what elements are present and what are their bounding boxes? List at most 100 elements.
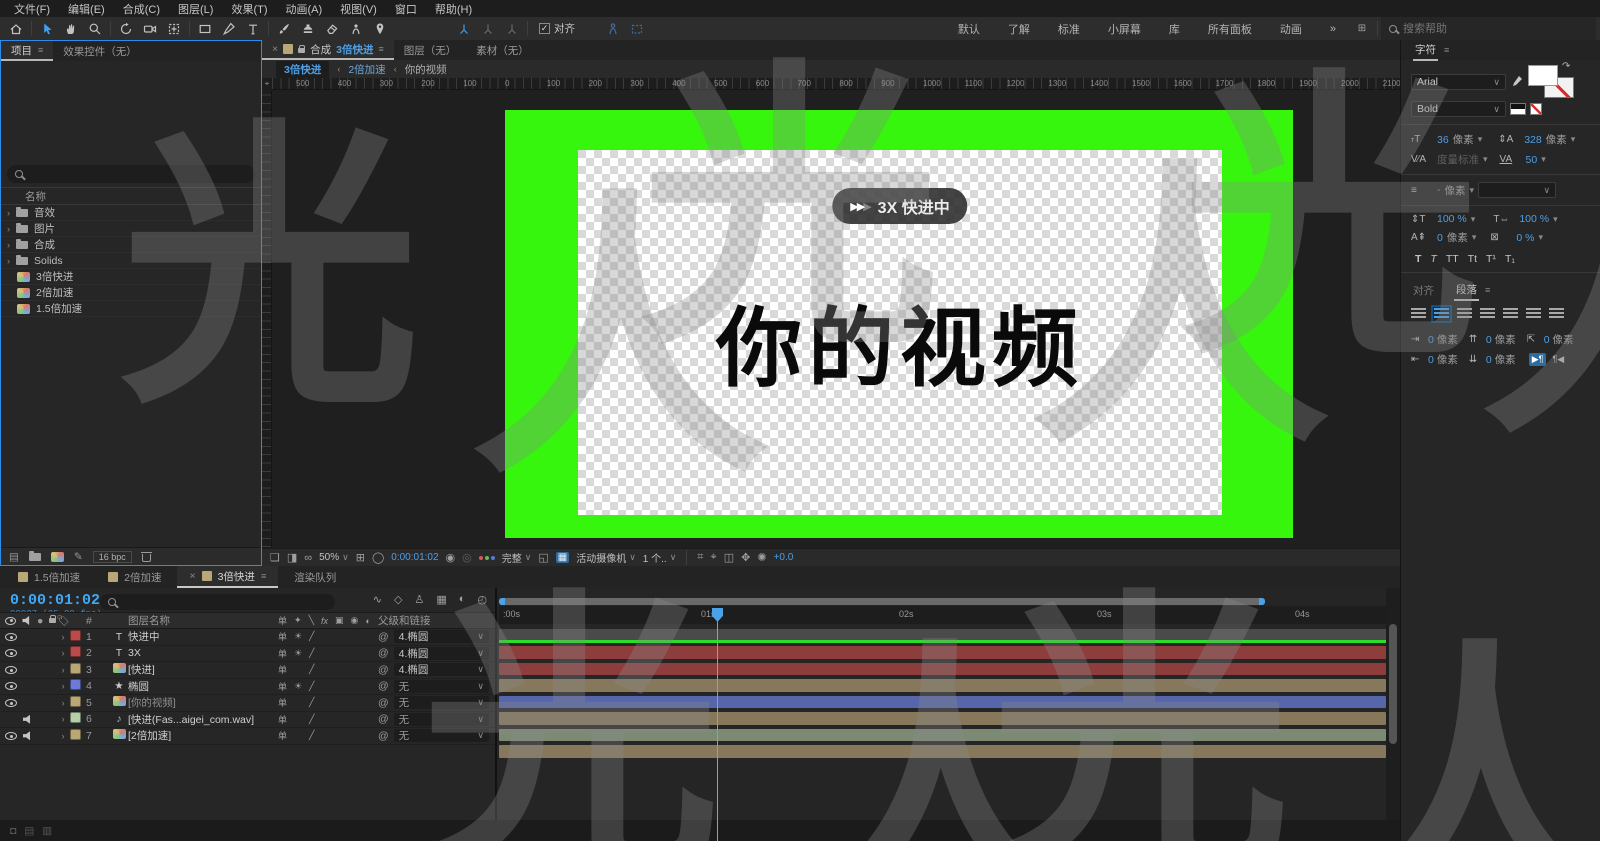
label-column-icon[interactable]: 🏷 (56, 614, 70, 627)
eye-icon[interactable] (5, 682, 17, 691)
world-axis-mode-icon[interactable] (476, 18, 500, 39)
layer-duration-bar[interactable] (499, 712, 1386, 725)
resolution-dropdown[interactable]: 完整 ∨ (502, 550, 532, 565)
zoom-dropdown[interactable]: 50% ∨ (319, 552, 349, 563)
viewer-timecode[interactable]: 0:00:01:02 (391, 552, 438, 563)
chevron-down-icon[interactable]: ▾ (1483, 154, 1488, 165)
pick-whip-icon[interactable]: @ (378, 631, 389, 643)
table-row[interactable]: › 7 [2倍加速] 单 ╱ @ 无 ∨ (0, 728, 495, 745)
graph-editor-icon[interactable]: ◴ (477, 593, 487, 606)
draft-3d-icon[interactable]: ◇ (394, 593, 402, 606)
layer-duration-bar[interactable] (499, 695, 1386, 708)
workspace-tab-standard[interactable]: 标准 (1044, 21, 1094, 37)
quality-switch-icon[interactable]: ╱ (309, 648, 314, 659)
layer-name[interactable]: [你的视频] (128, 695, 278, 710)
type-tool-icon[interactable] (241, 18, 265, 39)
space-before-value[interactable]: 0 (1486, 334, 1492, 346)
new-folder-icon[interactable] (28, 550, 41, 561)
leading-value[interactable]: 328 (1524, 134, 1542, 146)
justify-last-left-button[interactable] (1480, 308, 1495, 320)
tab-comp-3x[interactable]: × 3倍快进 ≡ (177, 566, 279, 588)
green-screen-solid[interactable]: ▶▶▶ 3X 快进中 你的视频 (505, 110, 1293, 538)
indent-left-value[interactable]: 0 (1428, 334, 1434, 346)
shy-switch-icon[interactable]: 单 (278, 696, 287, 709)
view-layout-icon[interactable]: ❏ (270, 551, 280, 564)
eye-icon[interactable] (5, 649, 17, 658)
close-icon[interactable]: × (189, 570, 195, 582)
menu-view[interactable]: 视图(V) (332, 0, 385, 18)
local-axis-mode-icon[interactable] (452, 18, 476, 39)
snap-align-toggle[interactable]: ✓ 对齐 (539, 21, 575, 36)
trash-icon[interactable] (140, 551, 152, 562)
timeline-scrollbar[interactable] (1386, 588, 1400, 820)
3d-glasses-icon[interactable]: ∞ (304, 552, 312, 564)
label-swatch[interactable] (70, 712, 81, 724)
workspace-overflow-chevrons-icon[interactable]: » (1316, 23, 1350, 35)
tab-character[interactable]: 字符 (1413, 40, 1438, 61)
zoom-tool-icon[interactable] (83, 18, 107, 39)
align-right-button[interactable] (1457, 308, 1472, 320)
shy-switch-icon[interactable]: 单 (278, 647, 287, 660)
kerning-value[interactable]: 度量标准 (1437, 152, 1479, 167)
menu-animation[interactable]: 动画(A) (278, 0, 331, 18)
pick-whip-icon[interactable]: @ (378, 680, 389, 692)
timecode-value[interactable]: 0:00:01:02 (10, 592, 102, 609)
workspace-tab-learn[interactable]: 了解 (994, 21, 1044, 37)
layer-name[interactable]: [快进] (128, 662, 278, 677)
new-composition-icon[interactable] (50, 551, 64, 562)
eye-icon[interactable] (5, 698, 17, 707)
tab-composition[interactable]: × 合成 3倍快进 ≡ (262, 40, 394, 60)
workspace-tab-all-panels[interactable]: 所有面板 (1194, 21, 1266, 37)
breadcrumb-current[interactable]: 3倍快进 (276, 60, 330, 78)
panel-menu-icon[interactable]: ≡ (378, 44, 383, 54)
no-color-icon[interactable] (1530, 103, 1542, 115)
breadcrumb-root[interactable]: 你的视频 (405, 62, 447, 77)
parent-dropdown[interactable]: 无 ∨ (393, 696, 489, 710)
expand-chevron-icon[interactable]: › (7, 240, 10, 250)
parent-dropdown[interactable]: 4.椭圆 ∨ (393, 646, 489, 660)
quality-switch-icon[interactable]: ╱ (309, 714, 314, 725)
color-depth-button[interactable]: 16 bpc (92, 550, 132, 563)
justify-last-right-button[interactable] (1526, 308, 1541, 320)
snapshot-icon[interactable]: ◉ (446, 551, 456, 564)
quality-switch-icon[interactable]: ╱ (309, 681, 314, 692)
list-item[interactable]: › Solids (1, 253, 261, 269)
pixel-aspect-icon[interactable]: ⌖ (711, 551, 717, 564)
exposure-value[interactable]: +0.0 (774, 552, 794, 563)
layer-name-column-label[interactable]: 图层名称 (128, 613, 278, 628)
quality-switch-icon[interactable]: ╱ (309, 631, 314, 642)
tab-project[interactable]: 项目 ≡ (1, 41, 54, 61)
layer-name[interactable]: [2倍加速] (128, 728, 278, 743)
ruler-origin-icon[interactable]: ⌖ (262, 78, 272, 90)
brush-tool-icon[interactable] (272, 18, 296, 39)
list-item[interactable]: 1.5倍加速 (1, 301, 261, 317)
breadcrumb-parent[interactable]: 2倍加速 (348, 62, 385, 77)
views-dropdown[interactable]: 1 个.. ∨ (643, 550, 677, 565)
parent-dropdown[interactable]: 无 ∨ (393, 729, 489, 743)
collapse-switch-icon[interactable]: ☀ (294, 648, 302, 659)
layer-duration-bar[interactable] (499, 745, 1386, 758)
chevron-down-icon[interactable]: ▾ (1553, 214, 1558, 225)
layer-duration-bar[interactable] (499, 646, 1386, 659)
project-search[interactable] (7, 165, 255, 183)
list-item[interactable]: › 图片 (1, 221, 261, 237)
tab-footage[interactable]: 素材（无） (466, 40, 539, 60)
roto-brush-tool-icon[interactable] (344, 18, 368, 39)
menu-help[interactable]: 帮助(H) (427, 0, 480, 18)
expand-chevron-icon[interactable]: › (56, 681, 70, 691)
fast-preview-icon[interactable]: ◫ (724, 551, 734, 564)
expand-chevron-icon[interactable]: › (56, 648, 70, 658)
horizontal-ruler[interactable]: 500 400 300 200 100 0 100 200 300 400 500 600 700 800… (272, 78, 1401, 90)
label-swatch[interactable] (70, 646, 81, 658)
transparency-grid-icon[interactable]: ▦ (555, 552, 570, 563)
expand-chevron-icon[interactable]: › (56, 698, 70, 708)
composition-canvas[interactable]: ▶▶▶ 3X 快进中 你的视频 (272, 90, 1400, 548)
parent-dropdown[interactable]: 4.椭圆 ∨ (393, 630, 489, 644)
tab-align[interactable]: 对齐 (1413, 283, 1434, 298)
tab-render-queue[interactable]: 渲染队列 (282, 566, 348, 588)
menu-layer[interactable]: 图层(L) (170, 0, 221, 18)
grid-guides-icon[interactable]: ⊞ (356, 551, 365, 564)
horizontal-scale-value[interactable]: 100 % (1519, 213, 1549, 225)
close-icon[interactable]: × (272, 43, 278, 55)
stroke-style-dropdown[interactable]: ∨ (1478, 182, 1557, 198)
